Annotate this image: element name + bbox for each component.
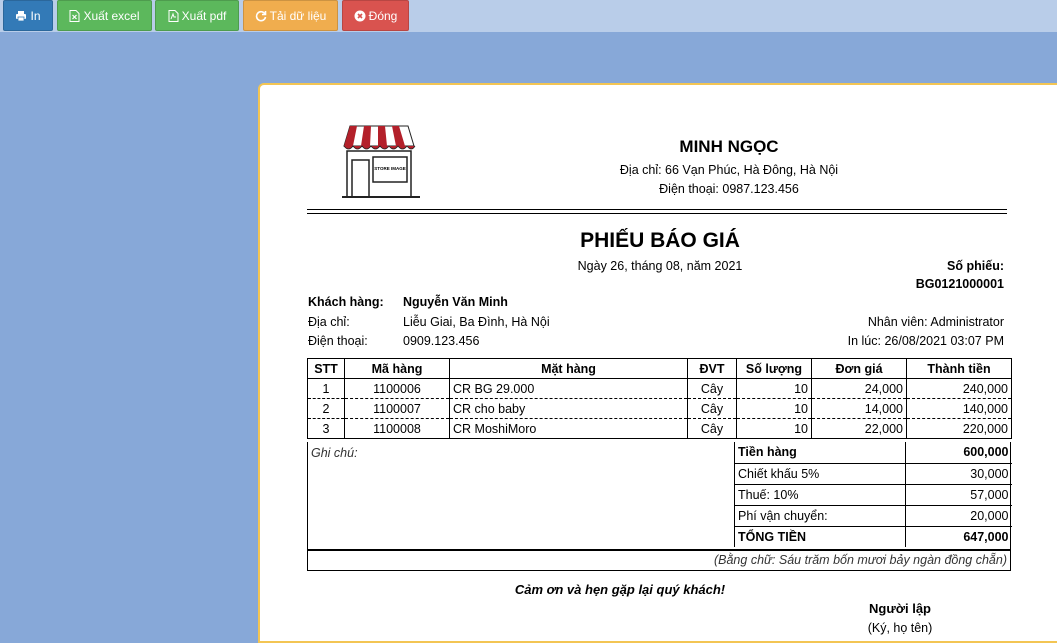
header-divider <box>307 209 1007 210</box>
export-excel-label: Xuất excel <box>83 9 140 23</box>
shop-name: MINH NGỌC <box>679 137 779 156</box>
cell-stt: 2 <box>307 398 345 419</box>
discount-row: Chiết khấu 5% 30,000 <box>734 463 1012 485</box>
tax-row: Thuế: 10% 57,000 <box>734 484 1012 506</box>
col-quantity: Số lượng <box>736 358 812 379</box>
shipping-row: Phí vận chuyển: 20,000 <box>734 505 1012 527</box>
printer-icon <box>15 3 27 34</box>
print-button[interactable]: In <box>3 0 53 31</box>
close-circle-icon <box>354 3 366 34</box>
customer-name-label: Khách hàng: <box>308 295 384 309</box>
cell-quantity: 10 <box>736 418 812 439</box>
totals-table: Tiền hàng 600,000 Chiết khấu 5% 30,000 T… <box>734 442 1012 547</box>
col-unit: ĐVT <box>687 358 737 379</box>
cell-unit: Cây <box>687 398 737 419</box>
cell-quantity: 10 <box>736 398 812 419</box>
cell-quantity: 10 <box>736 378 812 399</box>
total-value: 647,000 <box>905 526 1012 547</box>
col-product-code: Mã hàng <box>344 358 450 379</box>
close-label: Đóng <box>368 9 398 23</box>
col-product-name: Mặt hàng <box>449 358 688 379</box>
cell-amount: 220,000 <box>906 418 1012 439</box>
export-pdf-button[interactable]: Xuất pdf <box>155 0 239 31</box>
total-label: TỔNG TIỀN <box>734 526 906 547</box>
summary-section: Ghi chú: Tiền hàng 600,000 Chiết khấu 5%… <box>307 442 1012 550</box>
quotation-document: STORE IMAGE MINH NGỌC Địa chỉ: 66 Vạn Ph… <box>258 83 1057 643</box>
signer-title: Người lập <box>869 601 931 616</box>
document-number-label: Số phiếu: <box>947 259 1004 273</box>
cell-product-code: 1100007 <box>344 398 450 419</box>
discount-value: 30,000 <box>905 463 1012 485</box>
cell-product-name: CR cho baby <box>449 398 688 419</box>
subtotal-row: Tiền hàng 600,000 <box>734 442 1012 464</box>
document-title: PHIẾU BÁO GIÁ <box>580 229 740 252</box>
header-divider-thin <box>307 213 1007 214</box>
customer-name: Nguyễn Văn Minh <box>403 295 508 309</box>
table-row: 3 1100008 CR MoshiMoro Cây 10 22,000 220… <box>307 418 1012 439</box>
cell-amount: 140,000 <box>906 398 1012 419</box>
cell-unit: Cây <box>687 418 737 439</box>
items-table: STT Mã hàng Mặt hàng ĐVT Số lượng Đơn gi… <box>307 358 1012 439</box>
table-header-row: STT Mã hàng Mặt hàng ĐVT Số lượng Đơn gi… <box>307 358 1012 379</box>
thank-you-message: Cảm ơn và hẹn gặp lại quý khách! <box>514 582 726 597</box>
cell-stt: 3 <box>307 418 345 439</box>
signer-note: (Ký, họ tên) <box>867 621 933 635</box>
subtotal-label: Tiền hàng <box>734 442 906 464</box>
toolbar: In Xuất excel Xuất pdf Tải dữ liệu Đóng <box>0 0 1057 32</box>
note-label: Ghi chú: <box>311 446 358 460</box>
reload-data-label: Tải dữ liệu <box>269 9 327 23</box>
print-label: In <box>30 9 41 23</box>
cell-unit-price: 14,000 <box>811 398 907 419</box>
document-number: BG0121000001 <box>915 277 1004 291</box>
tax-label: Thuế: 10% <box>734 484 906 506</box>
shipping-value: 20,000 <box>905 505 1012 527</box>
cell-amount: 240,000 <box>906 378 1012 399</box>
export-excel-button[interactable]: Xuất excel <box>57 0 152 31</box>
cell-product-code: 1100008 <box>344 418 450 439</box>
cell-unit-price: 22,000 <box>811 418 907 439</box>
close-button[interactable]: Đóng <box>342 0 409 31</box>
cell-unit: Cây <box>687 378 737 399</box>
shop-phone: Điện thoại: 0987.123.456 <box>659 182 799 196</box>
customer-phone: 0909.123.456 <box>403 334 480 348</box>
customer-phone-label: Điện thoại: <box>308 334 368 348</box>
cell-product-name: CR MoshiMoro <box>449 418 688 439</box>
cell-unit-price: 24,000 <box>811 378 907 399</box>
total-row: TỔNG TIỀN 647,000 <box>734 526 1012 547</box>
printed-at: In lúc: 26/08/2021 03:07 PM <box>847 334 1004 348</box>
subtotal-value: 600,000 <box>905 442 1012 464</box>
refresh-icon <box>255 3 267 34</box>
col-amount: Thành tiền <box>906 358 1012 379</box>
shop-address: Địa chỉ: 66 Vạn Phúc, Hà Đông, Hà Nội <box>619 163 839 177</box>
customer-address: Liễu Giai, Ba Đình, Hà Nội <box>403 315 550 329</box>
reload-data-button[interactable]: Tải dữ liệu <box>243 0 338 31</box>
cell-stt: 1 <box>307 378 345 399</box>
col-stt: STT <box>307 358 345 379</box>
table-row: 1 1100006 CR BG 29.000 Cây 10 24,000 240… <box>307 378 1012 399</box>
file-pdf-icon <box>168 3 179 34</box>
col-unit-price: Đơn giá <box>811 358 907 379</box>
discount-label: Chiết khấu 5% <box>734 463 906 485</box>
shipping-label: Phí vận chuyển: <box>734 505 906 527</box>
table-row: 2 1100007 CR cho baby Cây 10 14,000 140,… <box>307 398 1012 419</box>
tax-value: 57,000 <box>905 484 1012 506</box>
export-pdf-label: Xuất pdf <box>181 9 227 23</box>
employee-info: Nhân viên: Administrator <box>867 315 1004 329</box>
amount-in-words: (Bằng chữ: Sáu trăm bốn mươi bảy ngàn đồ… <box>307 550 1011 571</box>
file-excel-icon <box>69 3 80 34</box>
cell-product-code: 1100006 <box>344 378 450 399</box>
customer-address-label: Địa chỉ: <box>308 315 350 329</box>
cell-product-name: CR BG 29.000 <box>449 378 688 399</box>
